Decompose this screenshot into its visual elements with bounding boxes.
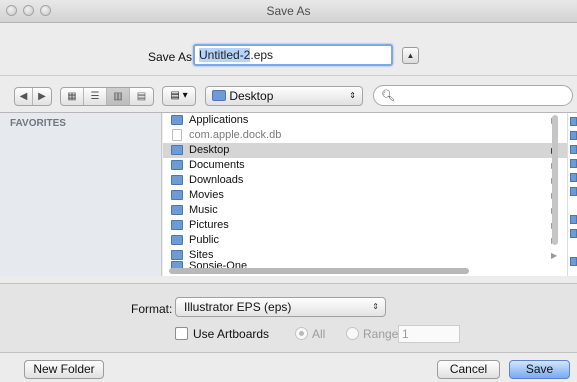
- list-item[interactable]: Public▶: [163, 233, 567, 248]
- range-label: Range:: [363, 327, 402, 341]
- search-icon: 🔍︎: [381, 90, 395, 102]
- filename-extension: .eps: [250, 48, 274, 62]
- column-view-icon[interactable]: ▥: [107, 88, 130, 105]
- search-input[interactable]: 🔍︎: [373, 85, 573, 106]
- sidebar-heading-favorites: FAVORITES: [10, 118, 66, 129]
- cancel-button[interactable]: Cancel: [437, 360, 500, 379]
- document-icon: [172, 129, 182, 141]
- folder-icon: [570, 131, 577, 140]
- filename-selection: Untitled-2: [199, 48, 251, 62]
- format-options-panel: [0, 283, 577, 353]
- coverflow-view-icon[interactable]: ▤: [130, 88, 153, 105]
- folder-icon: [171, 175, 183, 185]
- list-item[interactable]: Pictures▶: [163, 218, 567, 233]
- folder-icon: [570, 257, 577, 266]
- list-view-icon[interactable]: ☰: [84, 88, 107, 105]
- list-item[interactable]: Documents▶: [163, 158, 567, 173]
- radio-dot-icon: [299, 331, 304, 336]
- folder-icon: [212, 90, 226, 102]
- forward-arrow-icon[interactable]: ▶: [33, 88, 51, 105]
- list-item[interactable]: Desktop▶: [163, 143, 567, 158]
- use-artboards-label: Use Artboards: [193, 327, 270, 341]
- folder-icon: [570, 215, 577, 224]
- next-column: [567, 113, 577, 276]
- format-value: Illustrator EPS (eps): [184, 300, 292, 314]
- list-item[interactable]: Movies▶: [163, 188, 567, 203]
- range-radio[interactable]: [346, 327, 359, 340]
- back-arrow-icon[interactable]: ◀: [15, 88, 33, 105]
- icon-view-icon[interactable]: ▦: [61, 88, 84, 105]
- sidebar: FAVORITES: [0, 113, 162, 276]
- vertical-scrollbar[interactable]: [552, 115, 558, 245]
- folder-icon: [570, 117, 577, 126]
- view-mode-control: ▦ ☰ ▥ ▤: [60, 87, 154, 106]
- location-label: Desktop: [229, 89, 274, 103]
- expand-dialog-button[interactable]: ▲: [402, 47, 419, 64]
- folder-icon: [171, 220, 183, 230]
- list-item[interactable]: Downloads▶: [163, 173, 567, 188]
- folder-icon: [171, 235, 183, 245]
- list-item[interactable]: Music▶: [163, 203, 567, 218]
- back-forward-control: ◀ ▶: [14, 87, 52, 106]
- folder-icon: [171, 160, 183, 170]
- popup-arrows-icon: ⇕: [349, 91, 356, 100]
- save-button[interactable]: Save: [509, 360, 570, 379]
- window-title: Save As: [266, 4, 311, 18]
- arrange-icon: ▤ ▾: [170, 90, 188, 101]
- folder-icon: [171, 205, 183, 215]
- folder-icon: [570, 145, 577, 154]
- horizontal-scrollbar[interactable]: [169, 268, 469, 274]
- all-radio[interactable]: [295, 327, 308, 340]
- folder-icon: [171, 115, 183, 125]
- list-item[interactable]: com.apple.dock.db: [163, 128, 567, 143]
- folder-icon: [570, 159, 577, 168]
- save-as-label: Save As:: [148, 50, 196, 64]
- use-artboards-checkbox[interactable]: [175, 327, 188, 340]
- list-item[interactable]: Applications▶: [163, 113, 567, 128]
- location-popup[interactable]: Desktop ⇕: [205, 86, 363, 106]
- title-bar[interactable]: Save As: [0, 0, 577, 23]
- toolbar-divider: [0, 75, 577, 76]
- all-label: All: [312, 327, 326, 341]
- new-folder-button[interactable]: New Folder: [24, 360, 104, 379]
- format-select[interactable]: Illustrator EPS (eps) ⇕: [175, 297, 386, 317]
- filename-input[interactable]: Untitled-2.eps: [193, 44, 393, 66]
- folder-icon: [570, 173, 577, 182]
- folder-icon: [171, 145, 183, 155]
- folder-icon: [570, 187, 577, 196]
- range-input[interactable]: 1: [398, 325, 460, 343]
- popup-arrows-icon: ⇕: [372, 302, 379, 311]
- folder-icon: [570, 229, 577, 238]
- arrange-button[interactable]: ▤ ▾: [162, 86, 196, 106]
- format-label: Format:: [131, 302, 173, 316]
- folder-icon: [171, 190, 183, 200]
- file-list: Applications▶ com.apple.dock.db Desktop▶…: [163, 113, 567, 276]
- save-dialog: Save As Save As: Untitled-2.eps ▲ ◀ ▶ ▦ …: [0, 0, 577, 382]
